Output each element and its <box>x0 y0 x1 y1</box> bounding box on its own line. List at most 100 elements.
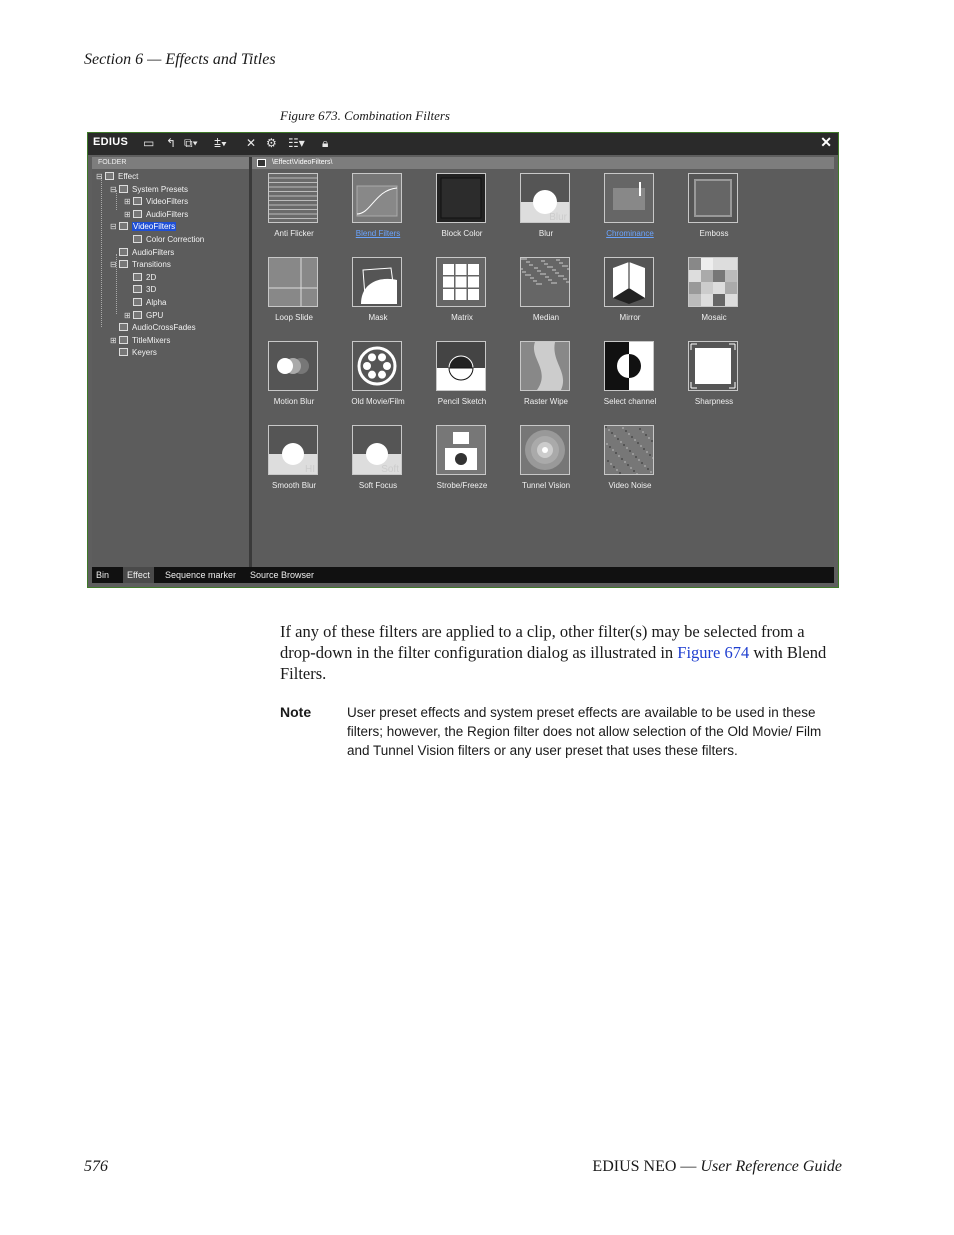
effect-thumbnail <box>520 257 570 307</box>
effect-tile[interactable]: Strobe/Freeze <box>420 425 504 505</box>
delete-icon[interactable]: ✕ <box>246 136 256 150</box>
tree-item[interactable]: ⊟ Transitions <box>110 260 171 270</box>
tab-source-browser[interactable]: Source Browser <box>246 567 318 583</box>
folder-icon <box>133 272 142 281</box>
effect-label: Video Noise <box>608 481 652 490</box>
effect-thumbnail <box>268 173 318 223</box>
effect-tile[interactable]: Tunnel Vision <box>504 425 588 505</box>
note-text: User preset effects and system preset ef… <box>347 705 822 758</box>
tab-effect[interactable]: Effect <box>123 567 154 583</box>
tree-item[interactable]: ⊟ System Presets <box>110 184 188 195</box>
effect-tile[interactable]: Sharpness <box>672 341 756 421</box>
tree-item[interactable]: ⊞ GPU <box>124 310 163 321</box>
close-icon[interactable]: ✕ <box>820 134 832 151</box>
view-icon[interactable]: ⧉▾ <box>184 136 198 150</box>
sort-icon[interactable]: ⩲▾ <box>214 136 227 150</box>
tree-item[interactable]: 3D <box>124 285 156 295</box>
collapse-icon[interactable]: ⊟ <box>110 222 119 232</box>
effect-label: Block Color <box>441 229 483 238</box>
tree-item[interactable]: ⊟ Effect <box>96 172 138 182</box>
tab-bin[interactable]: Bin <box>92 567 113 583</box>
collapse-icon[interactable]: ⊟ <box>110 185 119 195</box>
effect-tile[interactable]: Old Movie/Film <box>336 341 420 421</box>
tree-item[interactable]: ⊞ AudioFilters <box>124 209 188 220</box>
folder-icon <box>119 222 128 231</box>
effect-thumbnail <box>436 173 486 223</box>
running-header: Section 6 — Effects and Titles <box>84 51 276 68</box>
expand-icon[interactable]: ⊞ <box>124 210 133 220</box>
tree-item[interactable]: Alpha <box>124 298 166 308</box>
effect-label: Blend Filters <box>355 229 401 238</box>
effect-label: Sharpness <box>694 397 734 406</box>
effect-thumbnail <box>436 257 486 307</box>
effect-tile[interactable]: Matrix <box>420 257 504 337</box>
up-folder-icon[interactable]: ↰ <box>166 136 176 150</box>
collapse-icon[interactable]: ⊟ <box>110 260 119 270</box>
effect-label: Select channel <box>603 397 657 406</box>
expand-icon[interactable]: ⊞ <box>110 336 119 346</box>
effect-tile[interactable]: Median <box>504 257 588 337</box>
properties-icon[interactable]: ⚙ <box>266 136 277 150</box>
folder-header: FOLDER <box>92 157 249 169</box>
folder-icon <box>119 260 128 269</box>
tree-item[interactable]: ⊟ VideoFilters <box>110 222 177 232</box>
effect-thumbnail <box>352 173 402 223</box>
expand-icon[interactable]: ⊞ <box>124 311 133 321</box>
effect-tile[interactable]: Blur Blur <box>504 173 588 253</box>
effect-tile[interactable]: Raster Wipe <box>504 341 588 421</box>
tree-item[interactable]: Color Correction <box>124 235 204 245</box>
effect-tile[interactable]: Motion Blur <box>252 341 336 421</box>
list-view-icon[interactable]: ☷▾ <box>288 136 305 150</box>
tab-sequence-marker[interactable]: Sequence marker <box>161 567 240 583</box>
effect-label: Smooth Blur <box>271 481 317 490</box>
expand-icon[interactable]: ⊞ <box>124 197 133 207</box>
folder-icon <box>119 184 128 193</box>
effect-tile[interactable]: Mask <box>336 257 420 337</box>
folder-icon <box>133 209 142 218</box>
effect-thumbnail <box>520 425 570 475</box>
collapse-icon[interactable]: ⊟ <box>96 172 105 182</box>
effect-thumbnail <box>688 341 738 391</box>
effect-tile[interactable]: Select channel <box>588 341 672 421</box>
effect-tile[interactable]: HI Smooth Blur <box>252 425 336 505</box>
new-folder-icon[interactable]: ▭ <box>143 136 154 150</box>
effect-thumbnail: Blur <box>520 173 570 223</box>
tree-item[interactable]: Keyers <box>110 348 157 358</box>
effect-tile[interactable]: Emboss <box>672 173 756 253</box>
effect-tile[interactable]: Anti Flicker <box>252 173 336 253</box>
effect-thumbnail <box>436 425 486 475</box>
thumb-overlay-text: HI <box>305 464 315 474</box>
effect-tile[interactable]: Blend Filters <box>336 173 420 253</box>
effect-thumbnail <box>604 257 654 307</box>
title-bar: EDIUS ▭ ↰ ⧉▾ ⩲▾ ✕ ⚙ ☷▾ 🔒︎ ✕ <box>88 133 838 155</box>
tree-item[interactable]: 2D <box>124 272 156 283</box>
effect-tile[interactable]: Mirror <box>588 257 672 337</box>
effect-tile[interactable]: Block Color <box>420 173 504 253</box>
effect-label: Matrix <box>451 313 473 322</box>
folder-icon <box>257 159 266 167</box>
effect-label: Blur <box>538 229 554 238</box>
effect-thumbnail <box>352 257 402 307</box>
tree-item[interactable]: ⊞ TitleMixers <box>110 335 170 346</box>
effect-tile[interactable]: Mosaic <box>672 257 756 337</box>
body-paragraph: If any of these filters are applied to a… <box>280 622 827 683</box>
effect-tile[interactable]: Chrominance <box>588 173 672 253</box>
effect-label: Chrominance <box>606 229 654 238</box>
figure-674-link[interactable]: Figure 674 <box>677 643 749 662</box>
effect-thumbnail <box>688 257 738 307</box>
effect-tile[interactable]: Soft Soft Focus <box>336 425 420 505</box>
page-number: 576 <box>84 1158 108 1175</box>
effect-label: Mask <box>368 313 388 322</box>
folder-icon <box>119 323 128 332</box>
tree-item[interactable]: AudioCrossFades <box>110 323 196 333</box>
effect-label: Strobe/Freeze <box>436 481 488 490</box>
lock-icon[interactable]: 🔒︎ <box>322 136 328 150</box>
effect-tile[interactable]: Pencil Sketch <box>420 341 504 421</box>
effect-tile[interactable]: Loop Slide <box>252 257 336 337</box>
effect-tile[interactable]: Video Noise <box>588 425 672 505</box>
effect-thumbnail: HI <box>268 425 318 475</box>
tree-item[interactable]: AudioFilters <box>110 247 174 258</box>
effect-thumbnail <box>268 257 318 307</box>
edius-effect-palette-screenshot: EDIUS ▭ ↰ ⧉▾ ⩲▾ ✕ ⚙ ☷▾ 🔒︎ ✕ FOLDER ⊟ Effe… <box>87 132 839 588</box>
tree-item[interactable]: ⊞ VideoFilters <box>124 197 188 207</box>
